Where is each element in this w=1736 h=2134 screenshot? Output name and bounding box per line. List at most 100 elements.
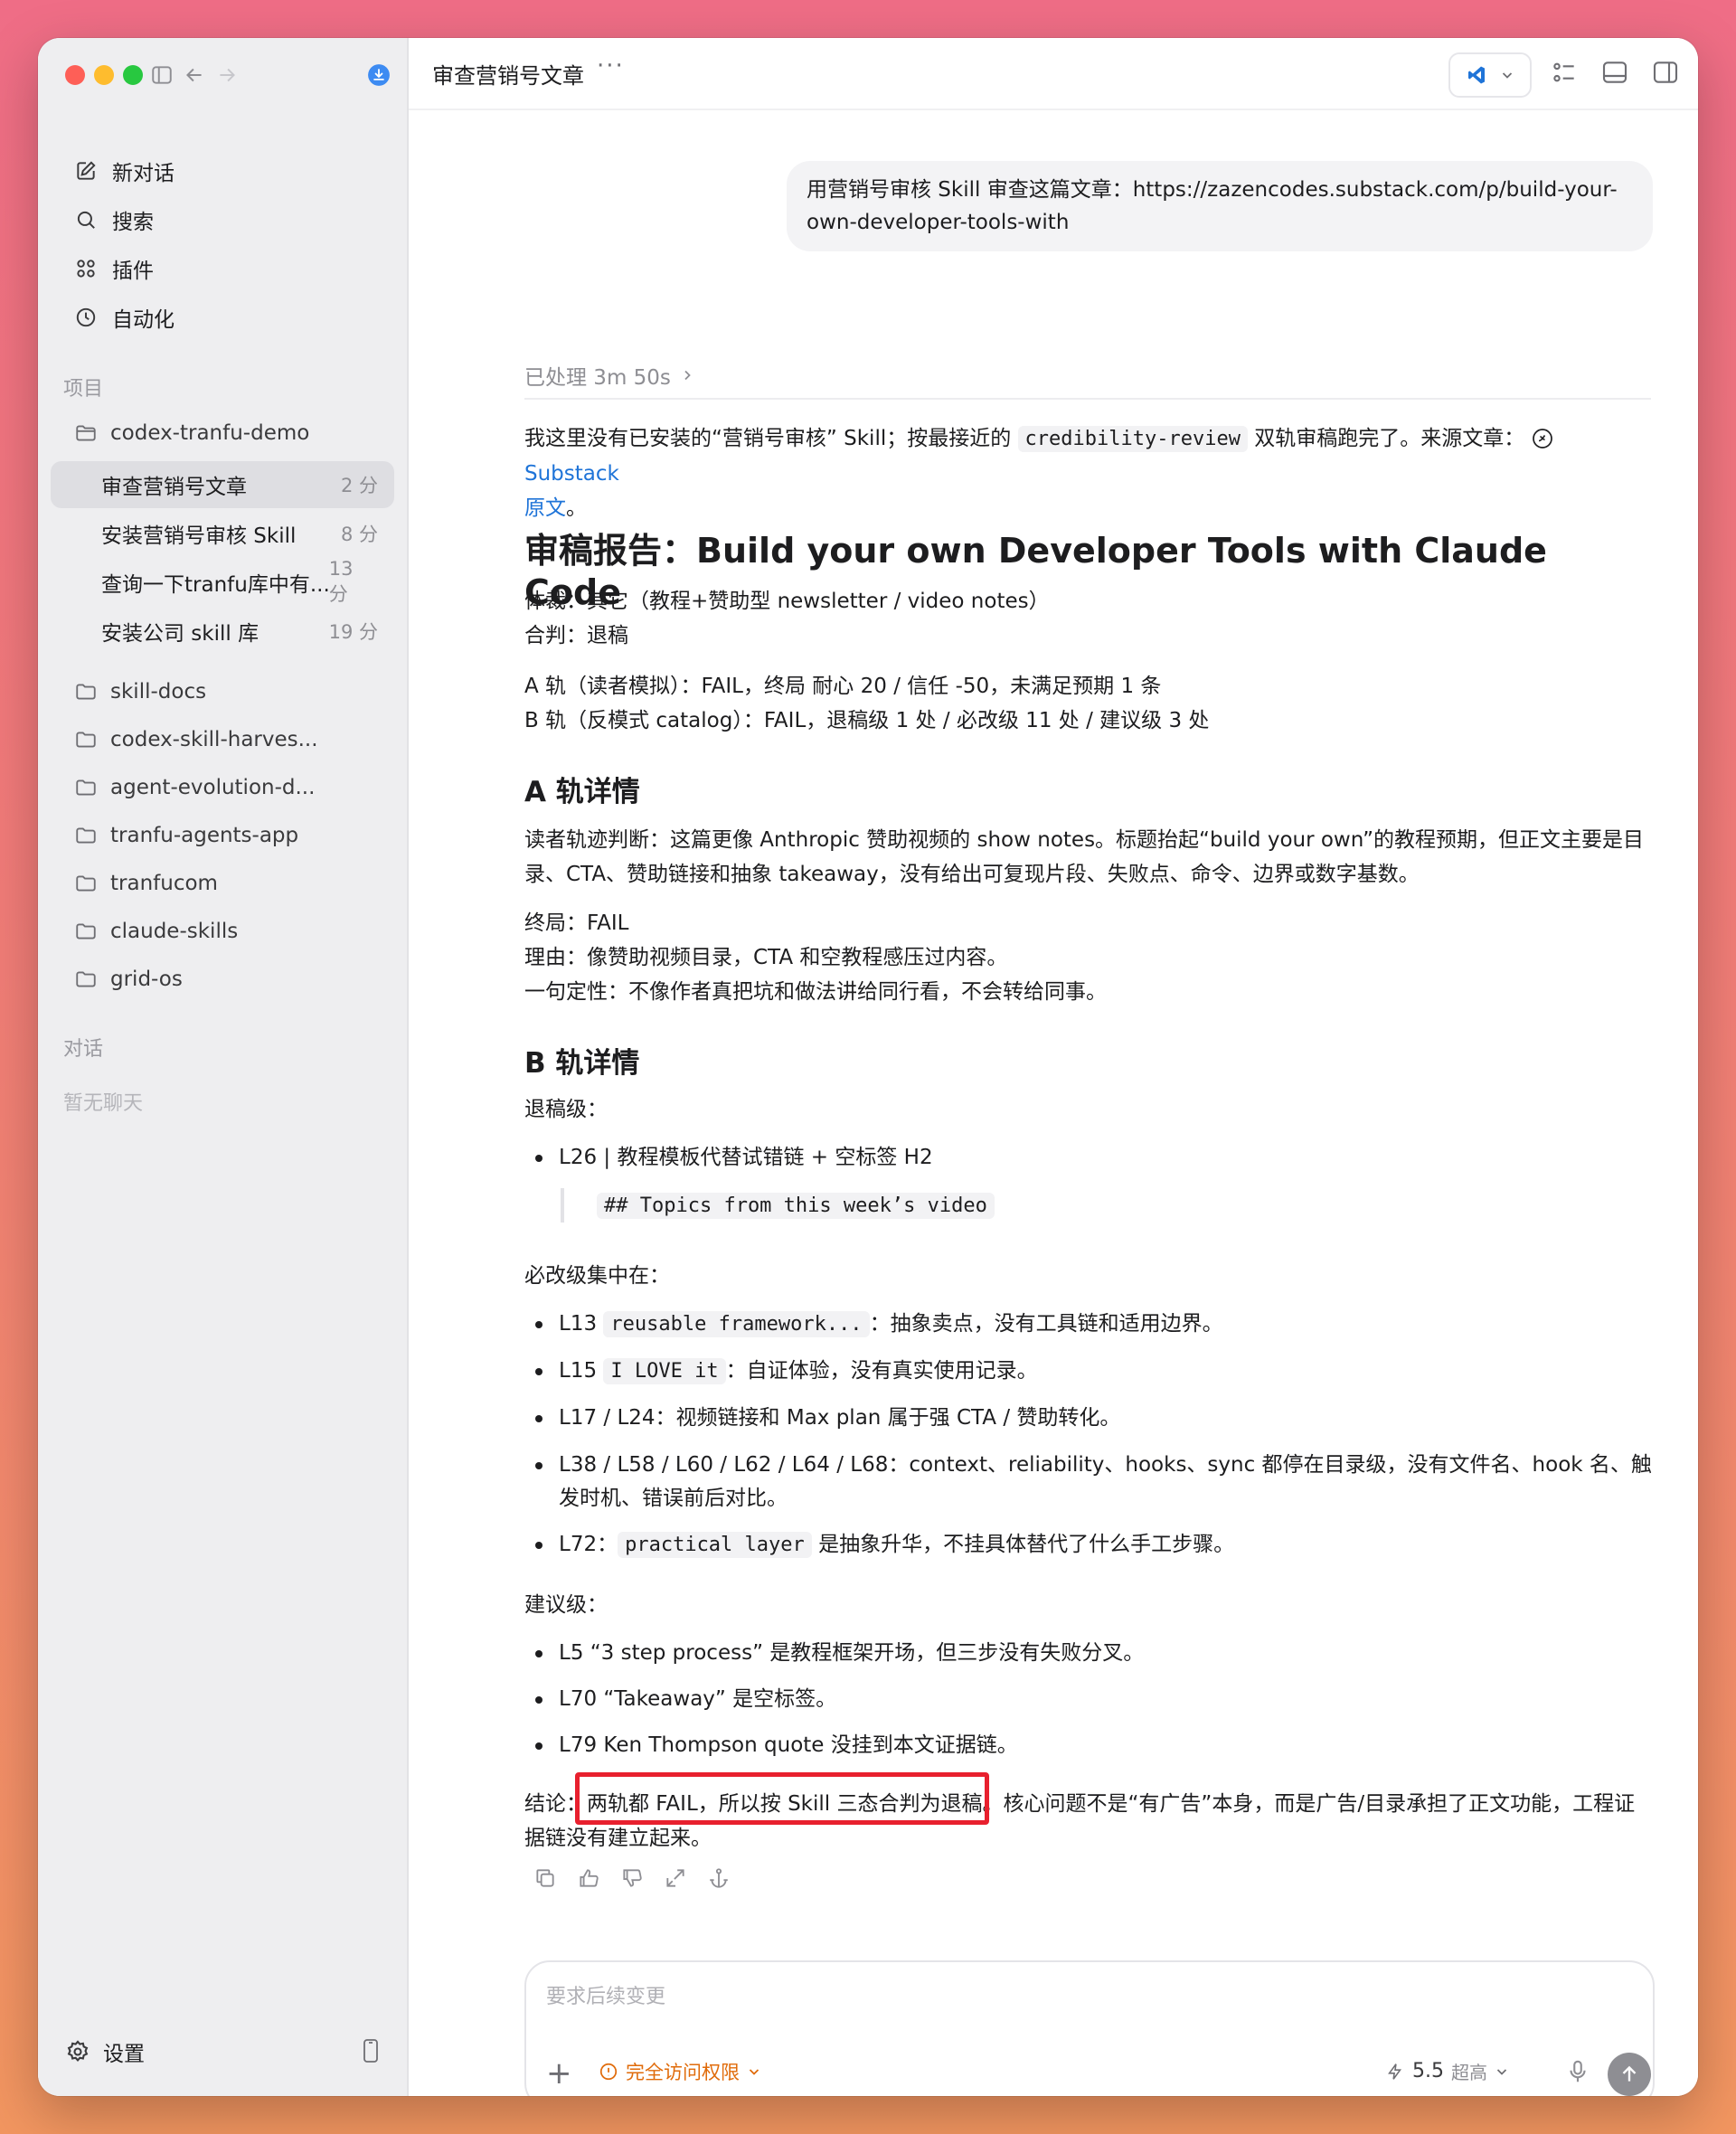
list-item: L72： practical layer 是抽象升华，不挂具体替代了什么手工步骤。	[524, 1528, 1655, 1562]
effort-level: 超高	[1451, 2062, 1487, 2083]
access-permission-dropdown[interactable]: 完全访问权限	[599, 2058, 761, 2085]
thread-item[interactable]: 审查营销号文章 2 分	[51, 461, 394, 508]
folder-icon	[76, 779, 96, 796]
thread-title: 查询一下tranfu库中有...	[101, 573, 329, 597]
copy-icon[interactable]	[533, 1866, 557, 1890]
track-b-line: B 轨（反模式 catalog）：FAIL，退稿级 1 处 / 必改级 11 处…	[524, 709, 1210, 732]
thread-item[interactable]: 查询一下tranfu库中有... 13 分	[51, 558, 394, 606]
toggle-sidebar-icon[interactable]	[145, 58, 179, 92]
more-options-button[interactable]: ···	[597, 52, 625, 80]
processed-toggle[interactable]: 已处理 3m 50s	[524, 360, 694, 391]
thread-time: 8 分	[340, 524, 378, 545]
open-in-editor-button[interactable]	[1448, 52, 1532, 98]
inline-code: reusable framework...	[603, 1311, 870, 1337]
thread-item[interactable]: 安装公司 skill 库 19 分	[51, 608, 394, 655]
arrow-up-icon	[1622, 2065, 1637, 2082]
project-label: grid-os	[110, 968, 183, 991]
close-window-button[interactable]	[65, 65, 85, 85]
list-item: L13 reusable framework... ：抽象卖点，没有工具链和适用边…	[524, 1308, 1655, 1341]
back-arrow-icon[interactable]	[177, 58, 212, 92]
automation-button[interactable]: 自动化	[58, 295, 392, 340]
thread-time: 2 分	[340, 475, 378, 496]
compose-icon	[77, 161, 96, 180]
project-label: tranfu-agents-app	[110, 824, 299, 847]
thread-item[interactable]: 安装营销号审核 Skill 8 分	[51, 510, 394, 557]
item-text: ：抽象卖点，没有工具链和适用边界。	[869, 1312, 1223, 1336]
minimize-window-button[interactable]	[94, 65, 114, 85]
project-grid-os[interactable]: grid-os	[58, 957, 392, 1002]
blockquote: ## Topics from this week’s video	[561, 1188, 995, 1223]
conversations-section-label: 对话	[63, 1038, 104, 1061]
list-item: L15 I LOVE it ：自证体验，没有真实使用记录。	[524, 1355, 1655, 1388]
main-panel: 审查营销号文章 ··· 用营销号审核 Skill 审查这篇文章：https://…	[409, 38, 1698, 2096]
model-selector[interactable]: 5.5 超高	[1385, 2058, 1509, 2084]
project-tranfucom[interactable]: tranfucom	[58, 861, 392, 906]
substack-link[interactable]: Substack	[524, 462, 619, 486]
thread-title: 安装公司 skill 库	[101, 622, 259, 646]
message-input[interactable]	[544, 1978, 1633, 2027]
phone-icon[interactable]	[360, 2038, 382, 2063]
chevron-right-icon	[684, 370, 691, 381]
list-item: L5 “3 step process” 是教程框架开场，但三步没有失败分叉。	[524, 1637, 1655, 1670]
list-item: L70 “Takeaway” 是空标签。	[524, 1683, 1655, 1716]
project-label: tranfucom	[110, 872, 218, 895]
app-window: 新对话 搜索 插件 自动化 项目 codex-tranfu-demo 审查营销号…	[38, 38, 1698, 2096]
project-tranfu-agents-app[interactable]: tranfu-agents-app	[58, 813, 392, 858]
project-claude-skills[interactable]: claude-skills	[58, 909, 392, 954]
send-button[interactable]	[1608, 2053, 1651, 2096]
project-skill-docs[interactable]: skill-docs	[58, 669, 392, 714]
project-label: agent-evolution-d...	[110, 776, 316, 799]
new-chat-button[interactable]: 新对话	[58, 148, 392, 194]
access-label: 完全访问权限	[626, 2062, 740, 2083]
quote-code: ## Topics from this week’s video	[597, 1192, 995, 1219]
microphone-icon[interactable]	[1564, 2058, 1591, 2085]
project-codex-skill-harvest[interactable]: codex-skill-harves...	[58, 717, 392, 762]
search-button[interactable]: 搜索	[58, 197, 392, 242]
plugins-button[interactable]: 插件	[58, 246, 392, 291]
inline-code: I LOVE it	[603, 1358, 726, 1384]
intro-paragraph: 我这里没有已安装的“营销号审核” Skill；按最接近的 credibility…	[524, 421, 1646, 525]
settings-label: 设置	[103, 2043, 145, 2066]
fork-icon[interactable]	[664, 1866, 687, 1890]
add-attachment-button[interactable]: +	[546, 2058, 572, 2089]
anchor-icon[interactable]	[707, 1866, 731, 1890]
nav-label: 搜索	[112, 211, 154, 234]
terminal-panel-icon[interactable]	[1600, 58, 1629, 87]
item-text: L72：	[559, 1533, 618, 1556]
project-label: claude-skills	[110, 920, 239, 943]
lightning-icon	[1388, 2063, 1402, 2080]
zoom-window-button[interactable]	[123, 65, 143, 85]
inline-code: credibility-review	[1017, 426, 1248, 452]
project-agent-evolution[interactable]: agent-evolution-d...	[58, 765, 392, 810]
vscode-icon	[1468, 66, 1485, 84]
forward-arrow-icon[interactable]	[210, 58, 244, 92]
source-link[interactable]: 原文	[524, 496, 566, 520]
search-icon	[77, 211, 95, 229]
folder-icon	[76, 425, 96, 441]
intro-text: 我这里没有已安装的“营销号审核” Skill；按最接近的	[524, 427, 1012, 450]
divider	[524, 398, 1651, 400]
folder-icon	[76, 875, 96, 892]
project-label: skill-docs	[110, 680, 207, 703]
checklist-icon[interactable]	[1550, 58, 1579, 87]
project-codex-tranfu-demo[interactable]: codex-tranfu-demo	[58, 411, 392, 456]
clock-icon	[76, 307, 96, 327]
must-fix-label: 必改级集中在：	[524, 1264, 670, 1288]
right-panel-icon[interactable]	[1651, 58, 1680, 87]
download-update-icon[interactable]	[362, 58, 396, 92]
plugins-icon	[77, 260, 95, 278]
user-message: 用营销号审核 Skill 审查这篇文章：https://zazencodes.s…	[787, 161, 1653, 251]
thumbs-down-icon[interactable]	[620, 1866, 644, 1890]
projects-section-label: 项目	[63, 378, 104, 401]
folder-icon	[76, 684, 96, 700]
no-chats-label: 暂无聊天	[63, 1092, 144, 1115]
list-item: L17 / L24：视频链接和 Max plan 属于强 CTA / 赞助转化。	[524, 1402, 1655, 1435]
thumbs-up-icon[interactable]	[577, 1866, 600, 1890]
message-composer: + 完全访问权限 5.5 超高	[524, 1960, 1655, 2096]
item-text: L38 / L58 / L60 / L62 / L64 / L68：contex…	[559, 1453, 1652, 1510]
inline-code: practical layer	[618, 1532, 812, 1558]
chevron-down-icon	[1496, 2068, 1507, 2075]
settings-button[interactable]: 设置	[65, 2036, 145, 2067]
page-title: 审查营销号文章	[432, 63, 584, 89]
thread-title: 审查营销号文章	[101, 476, 247, 499]
